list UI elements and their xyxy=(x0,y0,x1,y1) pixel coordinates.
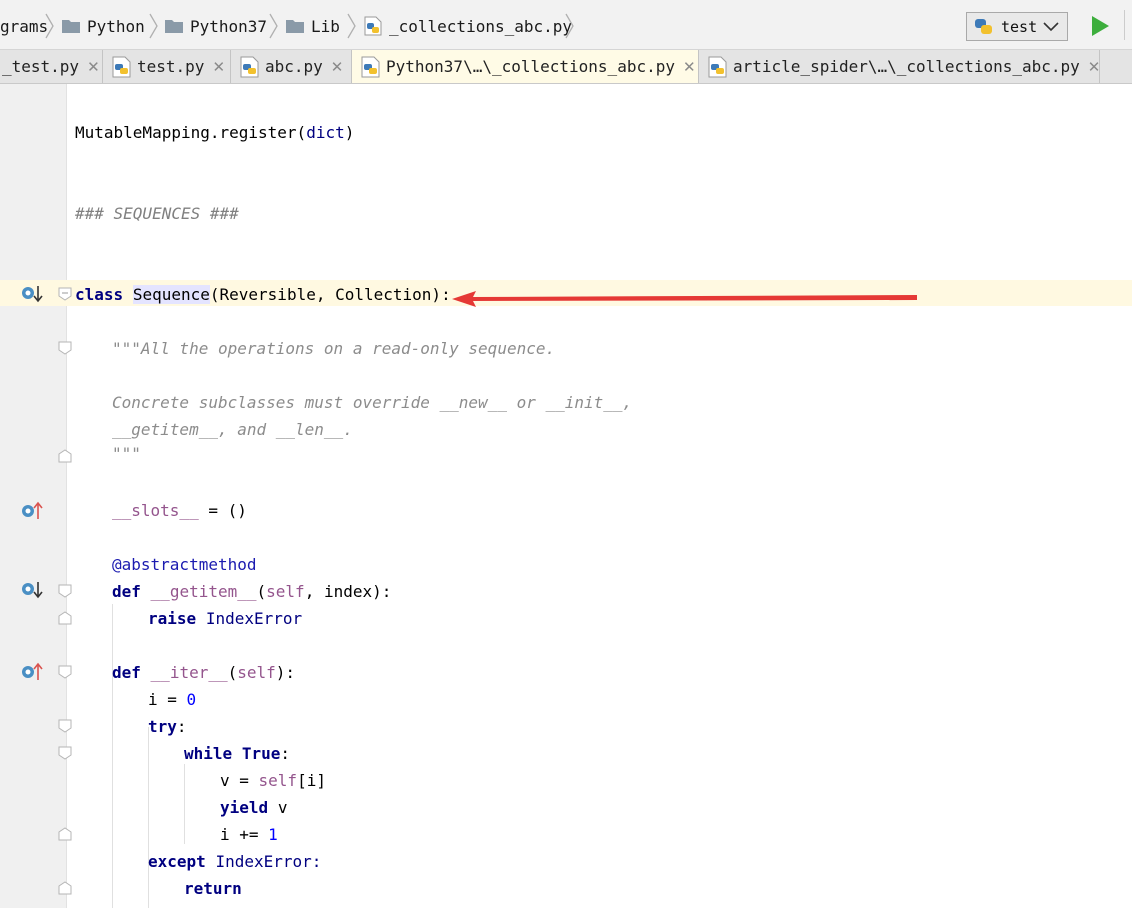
indent-guide xyxy=(184,764,185,844)
code-comment[interactable]: ### SEQUENCES ### xyxy=(75,204,239,224)
chevron-right-icon xyxy=(269,13,278,39)
indent-guide xyxy=(148,727,149,908)
chevron-right-icon xyxy=(347,13,356,39)
python-icon xyxy=(975,18,992,34)
docstring-line[interactable]: __getitem__, and __len__. xyxy=(112,420,353,440)
red-arrow-icon xyxy=(452,291,917,307)
code-line[interactable]: while True: xyxy=(184,744,290,764)
docstring-line[interactable]: """ xyxy=(112,444,141,464)
editor-tab-bar: _test.py ✕ test.py ✕ abc.py ✕ Python37\…… xyxy=(0,50,1132,84)
fold-marker-icon[interactable] xyxy=(58,665,72,679)
navigation-bar: grams Python Python37 Lib _collections_a… xyxy=(0,0,1132,50)
python-file-icon xyxy=(361,56,380,77)
tab-label: abc.py xyxy=(265,57,323,76)
breadcrumb-item-lib[interactable]: Lib xyxy=(285,14,340,38)
folder-icon xyxy=(286,20,304,33)
tab-label: test.py xyxy=(137,57,205,76)
fold-marker-icon[interactable] xyxy=(58,287,72,301)
fold-marker-icon[interactable] xyxy=(58,611,72,625)
close-icon[interactable]: ✕ xyxy=(683,58,696,76)
tab-test-underscore[interactable]: _test.py ✕ xyxy=(0,50,103,83)
tab-test[interactable]: test.py ✕ xyxy=(103,50,231,83)
implemented-method-down-icon[interactable] xyxy=(20,284,44,304)
decorator-line[interactable]: @abstractmethod xyxy=(112,555,257,575)
code-line[interactable]: i += 1 xyxy=(220,825,278,845)
chevron-right-icon xyxy=(149,13,158,39)
run-configuration-label: test xyxy=(1001,17,1038,36)
code-line[interactable]: MutableMapping.register(dict) xyxy=(75,123,354,143)
breadcrumb-item-python[interactable]: Python xyxy=(61,14,145,38)
code-line[interactable]: __slots__ = () xyxy=(112,501,247,521)
python-file-icon xyxy=(708,56,727,77)
breadcrumb-item-python37[interactable]: Python37 xyxy=(164,14,267,38)
fold-marker-icon[interactable] xyxy=(58,881,72,895)
code-line[interactable]: except IndexError: xyxy=(148,852,321,872)
tab-python37-collections-abc[interactable]: Python37\…\_collections_abc.py ✕ xyxy=(352,50,699,83)
folder-icon xyxy=(165,20,183,33)
python-file-icon xyxy=(112,56,131,77)
overrides-method-up-icon[interactable] xyxy=(20,501,44,521)
code-line[interactable]: def __getitem__(self, index): xyxy=(112,582,391,602)
overrides-method-up-icon[interactable] xyxy=(20,662,44,682)
folder-icon xyxy=(62,20,80,33)
docstring-line[interactable]: Concrete subclasses must override __new_… xyxy=(112,393,632,413)
fold-marker-icon[interactable] xyxy=(58,584,72,598)
code-line[interactable]: yield v xyxy=(220,798,287,818)
breadcrumb-item-programs[interactable]: grams xyxy=(0,14,48,38)
breadcrumb-item-file[interactable]: _collections_abc.py xyxy=(363,14,572,38)
toolbar-divider xyxy=(1124,10,1125,40)
class-name-sequence[interactable]: Sequence xyxy=(132,285,210,304)
close-icon[interactable]: ✕ xyxy=(1088,58,1099,76)
chevron-right-icon xyxy=(45,13,54,39)
close-icon[interactable]: ✕ xyxy=(331,58,344,76)
close-icon[interactable]: ✕ xyxy=(212,58,225,76)
code-line[interactable]: i = 0 xyxy=(148,690,196,710)
chevron-down-icon xyxy=(1043,22,1059,32)
code-editor[interactable]: MutableMapping.register(dict) ### SEQUEN… xyxy=(0,84,1132,908)
indent-guide xyxy=(112,604,113,908)
fold-marker-icon[interactable] xyxy=(58,827,72,841)
fold-marker-icon[interactable] xyxy=(58,449,72,463)
docstring-line[interactable]: """All the operations on a read-only seq… xyxy=(112,339,555,359)
tab-label: Python37\…\_collections_abc.py xyxy=(386,57,675,76)
python-file-icon xyxy=(364,16,382,36)
gutter-separator xyxy=(66,84,67,908)
close-icon[interactable]: ✕ xyxy=(87,58,100,76)
python-file-icon xyxy=(240,56,259,77)
code-line[interactable]: def __iter__(self): xyxy=(112,663,295,683)
tab-abc[interactable]: abc.py ✕ xyxy=(231,50,352,83)
code-line[interactable]: v = self[i] xyxy=(220,771,326,791)
code-line[interactable]: return xyxy=(184,879,242,899)
fold-marker-icon[interactable] xyxy=(58,719,72,733)
code-line-class-definition[interactable]: class Sequence(Reversible, Collection): xyxy=(75,285,451,305)
tab-article-spider-collections-abc[interactable]: article_spider\…\_collections_abc.py ✕ xyxy=(699,50,1100,83)
run-button[interactable] xyxy=(1090,15,1110,37)
code-line[interactable]: raise IndexError xyxy=(148,609,302,629)
code-line[interactable]: try: xyxy=(148,717,187,737)
tab-label: _test.py xyxy=(2,57,80,76)
implemented-method-down-icon[interactable] xyxy=(20,580,44,600)
fold-marker-icon[interactable] xyxy=(58,341,72,355)
editor-gutter[interactable] xyxy=(0,84,66,908)
run-configuration-dropdown[interactable]: test xyxy=(966,12,1068,41)
chevron-right-icon xyxy=(565,13,574,39)
tab-label: article_spider\…\_collections_abc.py xyxy=(733,57,1080,76)
fold-marker-icon[interactable] xyxy=(58,746,72,760)
